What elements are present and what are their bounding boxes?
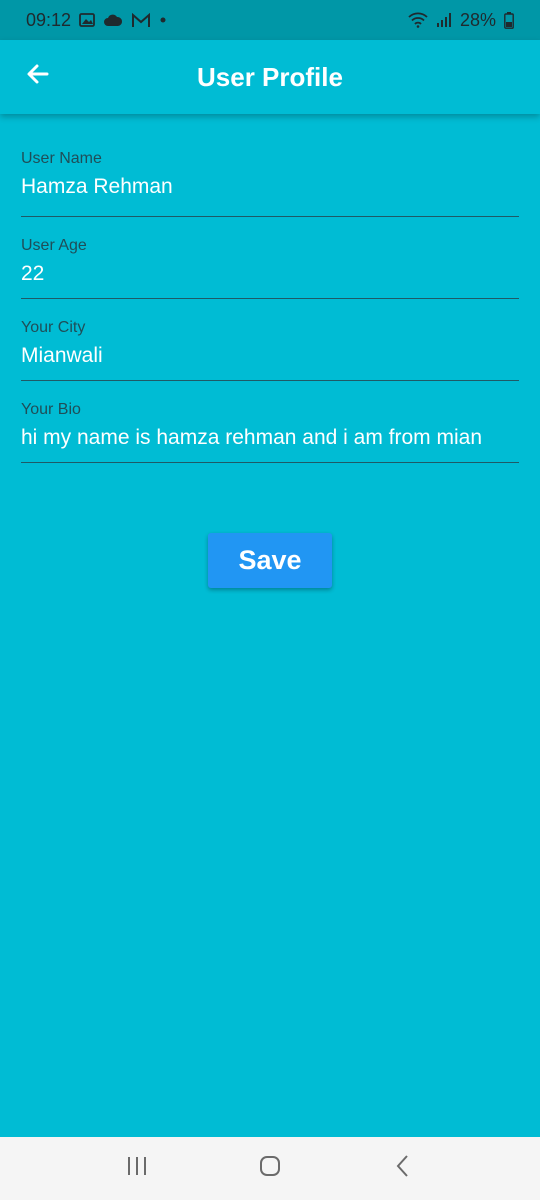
app-bar: User Profile	[0, 40, 540, 114]
user-name-field: User Name	[21, 114, 519, 217]
your-bio-input[interactable]	[21, 425, 519, 451]
your-city-input[interactable]	[21, 343, 519, 369]
your-city-label: Your City	[21, 319, 86, 336]
profile-form: User Name User Age Your City Your Bio	[21, 114, 519, 463]
recents-icon	[125, 1155, 149, 1182]
status-left: 09:12	[26, 10, 167, 31]
cloud-icon	[103, 13, 123, 27]
image-icon	[79, 12, 95, 28]
your-bio-field: Your Bio	[21, 381, 519, 463]
home-button[interactable]	[240, 1144, 300, 1194]
status-bar: 09:12 28%	[0, 0, 540, 40]
page-title: User Profile	[197, 61, 343, 92]
back-icon	[393, 1154, 413, 1183]
arrow-left-icon	[25, 61, 51, 92]
save-button[interactable]: Save	[208, 533, 332, 588]
user-age-input[interactable]	[21, 261, 519, 287]
back-button[interactable]	[20, 58, 56, 94]
dot-icon	[159, 16, 167, 24]
status-time: 09:12	[26, 9, 72, 30]
battery-icon	[504, 11, 514, 29]
status-right: 28%	[408, 10, 514, 31]
user-name-input[interactable]	[21, 174, 519, 200]
your-bio-label: Your Bio	[21, 401, 81, 418]
user-name-label: User Name	[21, 150, 102, 167]
nav-back-button[interactable]	[373, 1144, 433, 1194]
battery-percent: 28%	[459, 9, 496, 30]
user-age-label: User Age	[21, 237, 87, 254]
user-age-field: User Age	[21, 217, 519, 299]
system-nav-bar	[0, 1137, 540, 1200]
gmail-icon	[131, 12, 151, 28]
wifi-icon	[408, 12, 428, 28]
home-icon	[258, 1154, 282, 1183]
your-city-field: Your City	[21, 299, 519, 381]
recents-button[interactable]	[107, 1144, 167, 1194]
signal-icon	[436, 12, 452, 28]
